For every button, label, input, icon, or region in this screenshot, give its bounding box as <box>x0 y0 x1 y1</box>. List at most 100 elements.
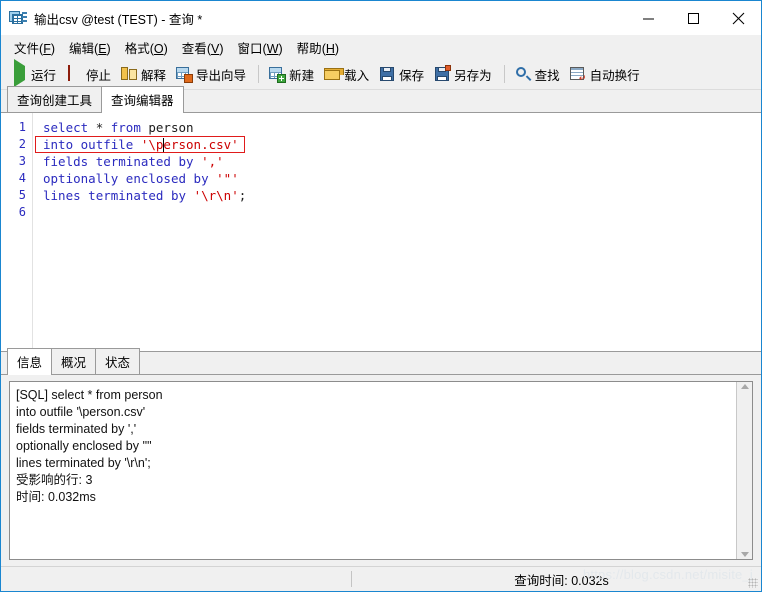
code-token: from <box>110 120 141 135</box>
results-panel: 信息 概况 状态 [SQL] select * from person into… <box>1 348 761 566</box>
new-button[interactable]: 新建 <box>265 63 320 86</box>
log-line: [SQL] select * from person <box>16 388 163 402</box>
find-label: 查找 <box>534 68 560 83</box>
load-icon <box>324 66 345 82</box>
code-line: fields terminated by ',' <box>43 153 761 170</box>
titlebar: 输出csv @test (TEST) - 查询 * <box>1 1 761 35</box>
save-button[interactable]: 保存 <box>375 63 430 86</box>
code-area[interactable]: select * from person into outfile '\pers… <box>33 113 761 351</box>
stop-button[interactable]: 停止 <box>62 63 117 86</box>
menu-window[interactable]: 窗口(W) <box>231 35 290 60</box>
stop-icon <box>66 65 82 82</box>
scroll-up-icon[interactable] <box>740 384 749 389</box>
menu-file[interactable]: 文件(F) <box>7 35 62 60</box>
save-as-button[interactable]: 另存为 <box>430 63 498 86</box>
new-icon <box>269 66 287 83</box>
scroll-down-icon[interactable] <box>740 552 749 557</box>
tab-query-builder[interactable]: 查询创建工具 <box>7 86 103 112</box>
code-token: '\r\n' <box>193 188 239 203</box>
code-token: person <box>140 120 194 135</box>
log-line: lines terminated by '\r\n'; <box>16 456 151 470</box>
code-token: by <box>193 171 209 186</box>
save-icon <box>379 66 395 82</box>
code-line: optionally enclosed by '"' <box>43 170 761 187</box>
maximize-icon[interactable] <box>671 1 716 35</box>
load-button[interactable]: 载入 <box>320 63 375 86</box>
tab-info[interactable]: 信息 <box>7 348 53 375</box>
menu-format[interactable]: 格式(O) <box>118 35 175 60</box>
minimize-icon[interactable] <box>626 1 671 35</box>
code-token: by <box>178 154 194 169</box>
export-wizard-button[interactable]: 导出向导 <box>172 63 252 86</box>
window-controls <box>626 1 761 35</box>
code-token: ; <box>238 188 247 203</box>
word-wrap-icon: ↵ <box>569 66 586 83</box>
code-token: lines <box>43 188 81 203</box>
code-token: '\person.csv' <box>140 137 239 152</box>
stop-label: 停止 <box>86 68 112 83</box>
save-as-icon <box>434 65 452 82</box>
log-text: [SQL] select * from person into outfile … <box>10 382 736 559</box>
line-number: 2 <box>18 137 26 151</box>
explain-icon <box>121 66 138 82</box>
watermark: https://blog.csdn.net/misite_j <box>582 567 753 582</box>
line-number: 6 <box>18 205 26 219</box>
code-token: optionally <box>43 171 119 186</box>
results-tabstrip: 信息 概况 状态 <box>1 348 761 375</box>
menu-edit[interactable]: 编辑(E) <box>62 35 118 60</box>
explain-label: 解释 <box>141 68 167 83</box>
export-wizard-label: 导出向导 <box>196 68 247 83</box>
log-vertical-scrollbar[interactable] <box>736 382 752 559</box>
menubar: 文件(F) 编辑(E) 格式(O) 查看(V) 窗口(W) 帮助(H) <box>1 35 761 59</box>
resize-grip[interactable] <box>748 578 758 588</box>
log-output[interactable]: [SQL] select * from person into outfile … <box>9 381 753 560</box>
tab-profile[interactable]: 概况 <box>51 348 97 374</box>
log-line: into outfile '\person.csv' <box>16 405 146 419</box>
editor-tabstrip: 查询创建工具 查询编辑器 <box>1 86 761 113</box>
run-label: 运行 <box>31 68 57 83</box>
window-title: 输出csv @test (TEST) - 查询 * <box>34 12 203 27</box>
code-token: fields <box>43 154 89 169</box>
sql-editor[interactable]: 1 2 3 4 5 6 select * from person into ou… <box>1 113 761 352</box>
tab-status[interactable]: 状态 <box>95 348 141 374</box>
menu-help[interactable]: 帮助(H) <box>290 35 346 60</box>
log-line: 时间: 0.032ms <box>16 490 96 504</box>
find-button[interactable]: 查找 <box>511 63 566 86</box>
code-token: by <box>170 188 187 203</box>
menu-view[interactable]: 查看(V) <box>175 35 231 60</box>
save-label: 保存 <box>399 68 425 83</box>
run-button[interactable]: 运行 <box>7 59 62 87</box>
text-caret <box>163 138 164 152</box>
table-app-icon <box>9 10 27 26</box>
line-number: 1 <box>18 120 26 134</box>
export-wizard-icon <box>176 66 194 83</box>
log-line: fields terminated by ',' <box>16 422 137 436</box>
toolbar-separator-1 <box>258 65 260 83</box>
code-line: into outfile '\person.csv' <box>43 136 761 153</box>
word-wrap-button[interactable]: ↵ 自动换行 <box>566 63 646 86</box>
explain-button[interactable]: 解释 <box>117 63 172 86</box>
tab-query-editor[interactable]: 查询编辑器 <box>101 86 184 113</box>
line-number: 3 <box>18 154 26 168</box>
save-as-label: 另存为 <box>454 68 492 83</box>
code-token: terminated <box>95 154 171 169</box>
line-number: 5 <box>18 188 26 202</box>
load-label: 载入 <box>344 68 370 83</box>
code-token: outfile <box>80 137 134 152</box>
word-wrap-label: 自动换行 <box>589 68 640 83</box>
close-icon[interactable] <box>716 1 761 35</box>
code-line: lines terminated by '\r\n'; <box>43 187 761 204</box>
line-numbers: 1 2 3 4 5 6 <box>1 119 32 221</box>
